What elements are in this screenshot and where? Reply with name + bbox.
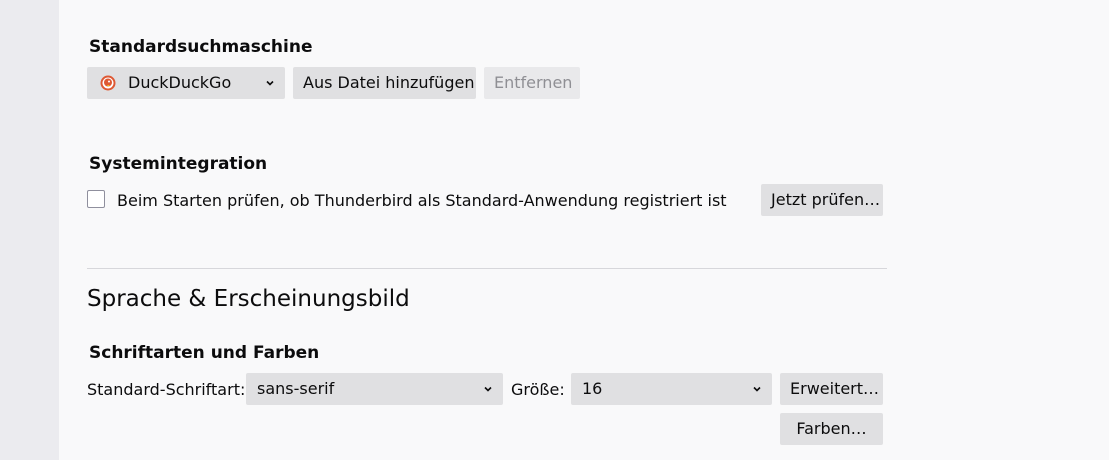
font-size-label: Größe: <box>511 380 565 399</box>
chevron-down-icon <box>266 80 274 86</box>
default-font-dropdown[interactable]: sans-serif <box>246 373 503 405</box>
colors-button[interactable]: Farben… <box>780 413 883 445</box>
check-default-on-startup-label[interactable]: Beim Starten prüfen, ob Thunderbird als … <box>117 191 727 210</box>
font-size-dropdown[interactable]: 16 <box>571 373 772 405</box>
check-default-on-startup-checkbox[interactable] <box>87 190 105 208</box>
fonts-colors-heading: Schriftarten und Farben <box>89 343 320 363</box>
default-font-label: Standard-Schriftart: <box>87 380 246 399</box>
chevron-down-icon <box>484 386 492 392</box>
default-search-engine-heading: Standardsuchmaschine <box>89 37 313 57</box>
search-engine-selected-label: DuckDuckGo <box>128 73 232 92</box>
add-from-file-button[interactable]: Aus Datei hinzufügen <box>293 67 476 99</box>
section-divider <box>87 268 887 269</box>
default-font-value: sans-serif <box>257 379 335 398</box>
system-integration-heading: Systemintegration <box>89 154 268 174</box>
remove-search-engine-button[interactable]: Entfernen <box>484 67 580 99</box>
chevron-down-icon <box>753 386 761 392</box>
duckduckgo-icon <box>100 75 116 91</box>
advanced-fonts-button[interactable]: Erweitert… <box>780 373 883 405</box>
search-engine-dropdown[interactable]: DuckDuckGo <box>87 67 285 99</box>
font-size-value: 16 <box>582 379 603 398</box>
sidebar <box>0 0 59 460</box>
check-now-button[interactable]: Jetzt prüfen… <box>761 184 883 216</box>
language-appearance-heading: Sprache & Erscheinungsbild <box>87 286 410 312</box>
